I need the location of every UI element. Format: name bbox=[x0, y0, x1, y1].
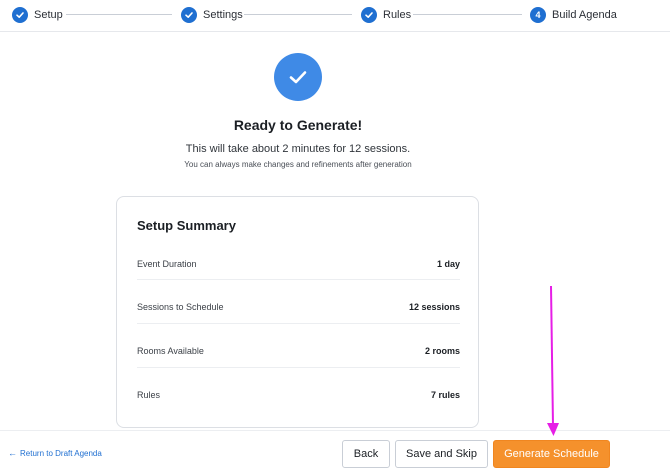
setup-summary-card: Setup Summary Event Duration 1 day Sessi… bbox=[116, 196, 479, 428]
generate-schedule-button[interactable]: Generate Schedule bbox=[493, 440, 610, 468]
summary-label: Event Duration bbox=[137, 259, 197, 269]
summary-row-rules: Rules 7 rules bbox=[137, 387, 460, 403]
summary-value: 7 rules bbox=[430, 390, 460, 400]
summary-label: Rooms Available bbox=[137, 346, 204, 356]
summary-row-event-duration: Event Duration 1 day bbox=[137, 256, 460, 272]
step-settings[interactable]: Settings bbox=[181, 6, 243, 24]
generation-hint: You can always make changes and refineme… bbox=[184, 160, 412, 169]
step-rules[interactable]: Rules bbox=[361, 6, 411, 24]
progress-stepper: Setup Settings Rules 4 Build Agenda bbox=[0, 0, 670, 30]
back-button[interactable]: Back bbox=[342, 440, 390, 468]
step-label: Settings bbox=[203, 9, 243, 21]
step-number: 4 bbox=[530, 7, 546, 23]
row-divider bbox=[137, 367, 460, 368]
return-link-label: Return to Draft Agenda bbox=[20, 448, 102, 458]
step-build-agenda[interactable]: 4 Build Agenda bbox=[530, 6, 617, 24]
generation-estimate: This will take about 2 minutes for 12 se… bbox=[185, 143, 411, 155]
arrow-left-icon: ← bbox=[8, 448, 17, 458]
summary-value: 1 day bbox=[436, 259, 460, 269]
summary-row-sessions: Sessions to Schedule 12 sessions bbox=[137, 299, 460, 315]
row-divider bbox=[137, 323, 460, 324]
footer-divider bbox=[0, 430, 670, 431]
step-label: Build Agenda bbox=[552, 9, 617, 21]
card-title: Setup Summary bbox=[137, 218, 236, 233]
header-divider bbox=[0, 31, 670, 32]
summary-label: Sessions to Schedule bbox=[137, 302, 224, 312]
check-icon bbox=[361, 7, 377, 23]
summary-value: 2 rooms bbox=[424, 346, 460, 356]
save-and-skip-button[interactable]: Save and Skip bbox=[395, 440, 488, 468]
step-connector bbox=[66, 14, 172, 15]
check-icon bbox=[12, 7, 28, 23]
step-label: Setup bbox=[34, 9, 63, 21]
check-icon bbox=[181, 7, 197, 23]
step-label: Rules bbox=[383, 9, 412, 21]
step-connector bbox=[413, 14, 522, 15]
step-setup[interactable]: Setup bbox=[12, 6, 63, 24]
summary-row-rooms: Rooms Available 2 rooms bbox=[137, 343, 460, 359]
summary-label: Rules bbox=[137, 390, 161, 400]
return-to-draft-link[interactable]: ← Return to Draft Agenda bbox=[8, 448, 102, 458]
page-title: Ready to Generate! bbox=[233, 117, 363, 133]
success-check-icon bbox=[274, 53, 322, 101]
row-divider bbox=[137, 279, 460, 280]
summary-value: 12 sessions bbox=[408, 302, 460, 312]
step-connector bbox=[244, 14, 352, 15]
